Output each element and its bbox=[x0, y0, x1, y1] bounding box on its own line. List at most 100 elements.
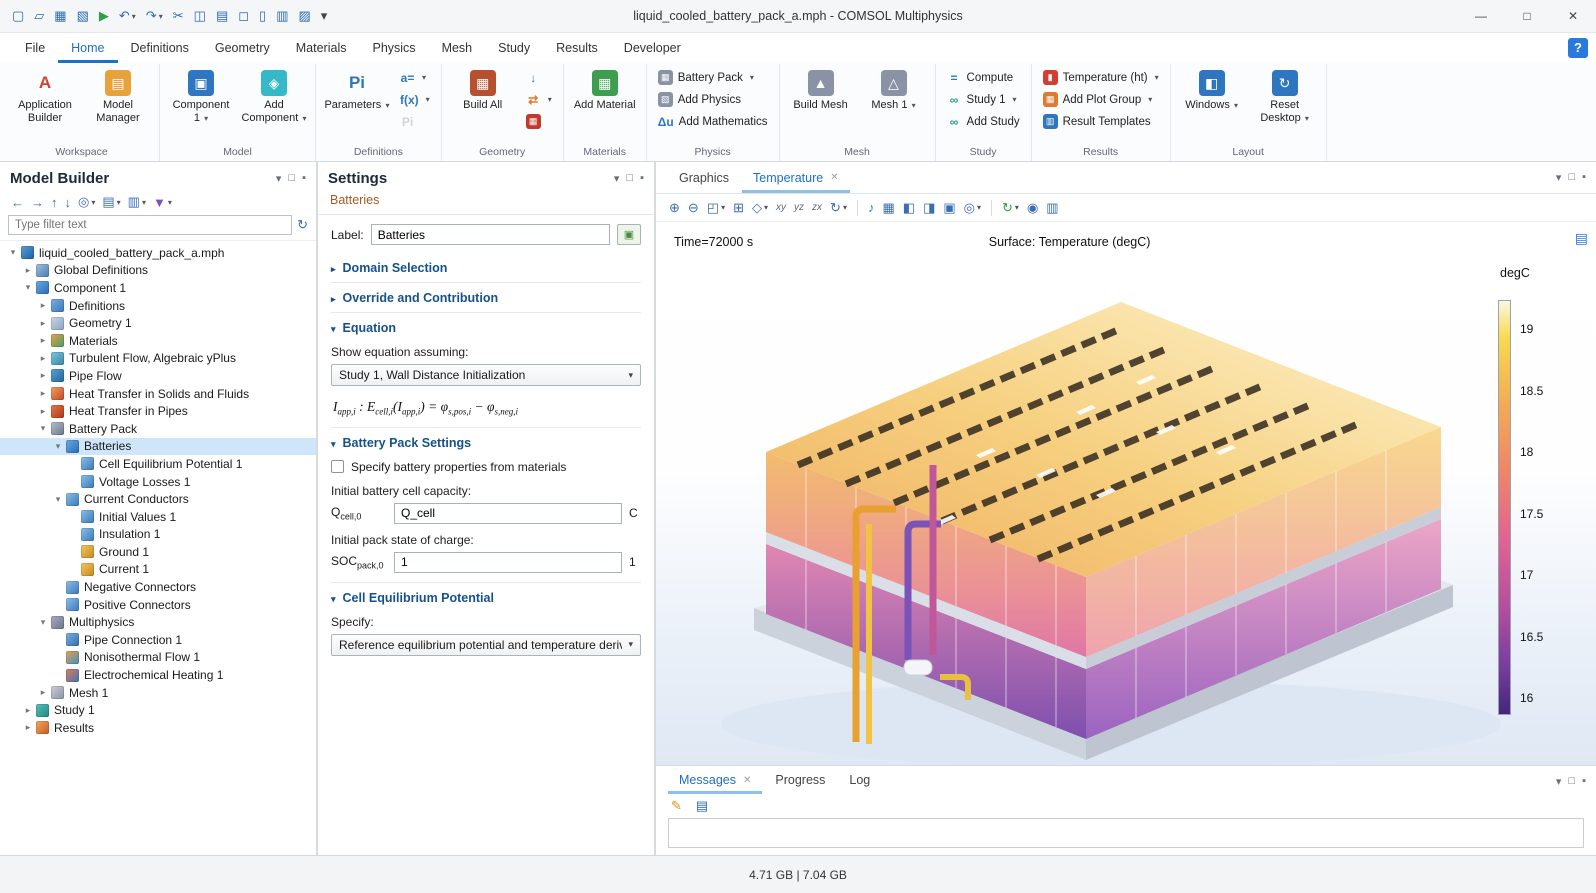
go-to-yz-view-icon[interactable]: yz bbox=[791, 200, 807, 215]
run-icon[interactable]: ▶ bbox=[95, 6, 113, 26]
back-icon[interactable]: ← bbox=[8, 194, 27, 211]
image-snapshot-icon[interactable]: ◉ bbox=[1024, 198, 1041, 218]
windows-button[interactable]: ◧Windows ▾ bbox=[1178, 68, 1246, 114]
section-override-contribution[interactable]: Override and Contribution bbox=[331, 282, 641, 312]
specify-from-materials-checkbox[interactable] bbox=[331, 460, 344, 473]
tree-node-pipe-flow[interactable]: ▸Pipe Flow bbox=[0, 367, 316, 385]
tree-node-heat-transfer-in-solids-and-fluids[interactable]: ▸Heat Transfer in Solids and Fluids bbox=[0, 385, 316, 403]
plot-properties-icon[interactable]: ▤ bbox=[1575, 230, 1588, 247]
tree-node-liquid-cooled-battery-pack-a-mph[interactable]: ▾liquid_cooled_battery_pack_a.mph bbox=[0, 244, 316, 262]
delete-icon[interactable]: ▯ bbox=[255, 6, 270, 26]
panel-menu-icon[interactable]: ▾ bbox=[1556, 171, 1562, 184]
maximize-button[interactable]: □ bbox=[1504, 0, 1550, 32]
zoom-box-icon[interactable]: ◰▾ bbox=[704, 198, 728, 218]
tree-node-batteries[interactable]: ▾Batteries bbox=[0, 438, 316, 456]
expand-arrow-icon[interactable]: ▸ bbox=[36, 300, 50, 311]
add-mathematics-button[interactable]: ΔuAdd Mathematics bbox=[654, 112, 772, 131]
help-icon[interactable]: ? bbox=[1568, 38, 1588, 58]
redo-icon[interactable]: ↷▾ bbox=[142, 6, 167, 26]
tree-node-battery-pack[interactable]: ▾Battery Pack bbox=[0, 420, 316, 438]
add-plot-group-button[interactable]: ▦Add Plot Group▾ bbox=[1039, 90, 1163, 109]
mesh-button[interactable]: △Mesh 1 ▾ bbox=[860, 68, 928, 114]
undo-icon[interactable]: ↶▾ bbox=[115, 6, 140, 26]
collapse-all-icon[interactable]: ▤▾ bbox=[99, 193, 123, 211]
copy-log-icon[interactable]: ▤ bbox=[693, 796, 711, 816]
copy-icon[interactable]: ◫ bbox=[190, 6, 210, 26]
tree-node-geometry-1[interactable]: ▸Geometry 1 bbox=[0, 314, 316, 332]
tree-node-mesh-1[interactable]: ▸Mesh 1 bbox=[0, 684, 316, 702]
scene-visibility-icon[interactable]: ◎▾ bbox=[961, 198, 984, 218]
tree-filter-input[interactable] bbox=[8, 215, 292, 235]
add-chart-icon[interactable]: ▨ bbox=[294, 6, 314, 26]
expand-arrow-icon[interactable]: ▸ bbox=[36, 388, 50, 399]
new-file-icon[interactable]: ▢ bbox=[8, 6, 28, 26]
tab-log[interactable]: Log bbox=[838, 766, 881, 794]
reset-rotation-icon[interactable]: ↻▾ bbox=[827, 198, 850, 218]
tab-messages[interactable]: Messages✕ bbox=[668, 766, 762, 794]
close-tab-icon[interactable]: ✕ bbox=[743, 775, 751, 786]
forward-icon[interactable]: → bbox=[28, 194, 47, 211]
expand-arrow-icon[interactable]: ▾ bbox=[21, 282, 35, 293]
soc-input[interactable] bbox=[394, 552, 622, 573]
sound-icon[interactable]: ♪ bbox=[865, 198, 878, 217]
tree-node-electrochemical-heating-1[interactable]: Electrochemical Heating 1 bbox=[0, 666, 316, 684]
expand-arrow-icon[interactable]: ▾ bbox=[51, 494, 65, 505]
temperature-plot-button[interactable]: ▮Temperature (ht)▾ bbox=[1039, 68, 1163, 87]
expand-all-icon[interactable]: ▥▾ bbox=[125, 193, 149, 211]
move-up-icon[interactable]: ↑ bbox=[48, 194, 61, 211]
expand-arrow-icon[interactable]: ▸ bbox=[21, 705, 35, 716]
tree-node-turbulent-flow-algebraic-yplus[interactable]: ▸Turbulent Flow, Algebraic yPlus bbox=[0, 350, 316, 368]
graphics-canvas[interactable]: Time=72000 s Surface: Temperature (degC)… bbox=[656, 222, 1596, 765]
menu-tab-geometry[interactable]: Geometry bbox=[202, 33, 283, 63]
update-plot-icon[interactable]: ↻▾ bbox=[999, 198, 1022, 218]
virtual-operations-button[interactable]: ▦ bbox=[522, 112, 556, 131]
zoom-extents-icon[interactable]: ⊞ bbox=[730, 198, 747, 218]
tab-progress[interactable]: Progress bbox=[764, 766, 836, 794]
close-button[interactable]: ✕ bbox=[1550, 0, 1596, 32]
expand-arrow-icon[interactable]: ▾ bbox=[36, 423, 50, 434]
menu-tab-file[interactable]: File bbox=[12, 33, 58, 63]
panel-detach-icon[interactable]: □ bbox=[626, 172, 633, 185]
menu-tab-developer[interactable]: Developer bbox=[611, 33, 694, 63]
result-templates-button[interactable]: ▥Result Templates bbox=[1039, 112, 1163, 131]
dock-plot-window-icon[interactable]: ◨ bbox=[920, 198, 938, 218]
add-study-button[interactable]: ∞Add Study bbox=[943, 112, 1024, 131]
lock-axes-icon[interactable]: ▣ bbox=[940, 198, 958, 218]
tree-node-nonisothermal-flow-1[interactable]: Nonisothermal Flow 1 bbox=[0, 649, 316, 667]
minimize-button[interactable]: — bbox=[1458, 0, 1504, 32]
panel-menu-icon[interactable]: ▾ bbox=[1556, 775, 1562, 788]
tree-node-global-definitions[interactable]: ▸Global Definitions bbox=[0, 262, 316, 280]
expand-arrow-icon[interactable]: ▸ bbox=[21, 265, 35, 276]
tree-node-multiphysics[interactable]: ▾Multiphysics bbox=[0, 613, 316, 631]
panel-pin-icon[interactable]: ▪ bbox=[640, 172, 644, 185]
tree-node-study-1[interactable]: ▸Study 1 bbox=[0, 701, 316, 719]
tree-node-insulation-1[interactable]: Insulation 1 bbox=[0, 526, 316, 544]
livelink-button[interactable]: ⇄▾ bbox=[522, 90, 556, 109]
tree-node-negative-connectors[interactable]: Negative Connectors bbox=[0, 578, 316, 596]
cell-potential-dropdown[interactable]: Reference equilibrium potential and temp… bbox=[331, 634, 641, 656]
add-plot-window-icon[interactable]: ◧ bbox=[900, 198, 918, 218]
section-cell-equilibrium-potential[interactable]: Cell Equilibrium Potential bbox=[331, 582, 641, 612]
expand-arrow-icon[interactable]: ▸ bbox=[36, 370, 50, 381]
add-material-button[interactable]: ▦Add Material bbox=[571, 68, 639, 114]
model-manager-button[interactable]: ▤Model Manager bbox=[84, 68, 152, 127]
tree-node-component-1[interactable]: ▾Component 1 bbox=[0, 279, 316, 297]
expand-arrow-icon[interactable]: ▾ bbox=[36, 617, 50, 628]
go-to-xy-view-icon[interactable]: xy bbox=[773, 200, 789, 215]
panel-menu-icon[interactable]: ▾ bbox=[276, 172, 282, 185]
tree-node-pipe-connection-1[interactable]: Pipe Connection 1 bbox=[0, 631, 316, 649]
save-icon[interactable]: ▦ bbox=[50, 6, 70, 26]
zoom-out-icon[interactable]: ⊖ bbox=[685, 198, 702, 218]
menu-tab-materials[interactable]: Materials bbox=[283, 33, 360, 63]
tree-node-materials[interactable]: ▸Materials bbox=[0, 332, 316, 350]
tree-node-ground-1[interactable]: Ground 1 bbox=[0, 543, 316, 561]
expand-arrow-icon[interactable]: ▸ bbox=[36, 335, 50, 346]
tree-node-positive-connectors[interactable]: Positive Connectors bbox=[0, 596, 316, 614]
study-button[interactable]: ∞Study 1▾ bbox=[943, 90, 1024, 109]
import-button[interactable]: ↓ bbox=[522, 68, 556, 87]
open-icon[interactable]: ▱ bbox=[30, 6, 48, 26]
move-down-icon[interactable]: ↓ bbox=[62, 194, 75, 211]
menu-tab-physics[interactable]: Physics bbox=[359, 33, 428, 63]
panel-pin-icon[interactable]: ▪ bbox=[1582, 775, 1586, 788]
menu-tab-definitions[interactable]: Definitions bbox=[118, 33, 202, 63]
